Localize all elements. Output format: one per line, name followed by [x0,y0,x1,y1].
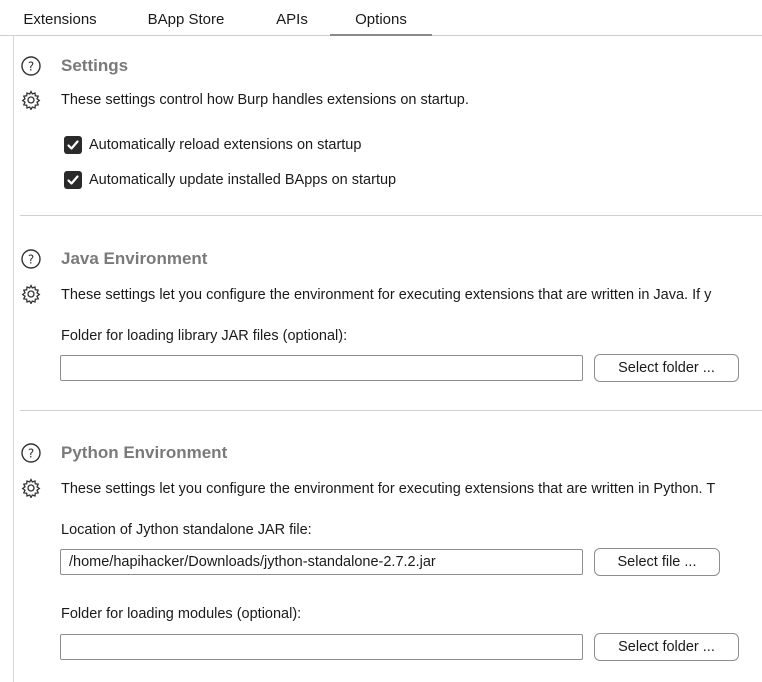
tab-extensions[interactable]: Extensions [14,0,106,35]
options-panel: Extensions BApp Store APIs Options ? Set… [0,0,762,682]
reload-extensions-checkbox-row[interactable]: Automatically reload extensions on start… [64,135,361,155]
python-environment-description: These settings let you configure the env… [61,481,716,497]
svg-text:?: ? [28,253,34,267]
python-modules-folder-label: Folder for loading modules (optional): [61,606,302,622]
python-select-folder-button[interactable]: Select folder ... [594,633,739,661]
java-library-folder-input[interactable] [60,355,583,381]
svg-text:?: ? [28,60,34,74]
java-library-folder-label: Folder for loading library JAR files (op… [61,328,348,344]
left-rule [13,35,14,682]
svg-text:?: ? [28,447,34,461]
checkmark-icon [67,140,79,150]
gear-icon [21,284,41,304]
jython-jar-label: Location of Jython standalone JAR file: [61,522,312,538]
tab-bapp-store[interactable]: BApp Store [136,0,236,35]
java-select-folder-button[interactable]: Select folder ... [594,354,739,382]
update-bapps-label: Automatically update installed BApps on … [89,172,397,188]
gear-icon [21,90,41,110]
tab-bar: Extensions BApp Store APIs Options [0,0,762,36]
help-icon[interactable]: ? [21,56,41,76]
settings-description: These settings control how Burp handles … [61,92,469,108]
section-divider [20,410,762,411]
python-select-file-button[interactable]: Select file ... [594,548,720,576]
gear-icon [21,478,41,498]
tab-options[interactable]: Options [330,0,432,36]
help-icon[interactable]: ? [21,443,41,463]
reload-extensions-label: Automatically reload extensions on start… [89,137,362,153]
section-divider [20,215,762,216]
settings-title: Settings [61,56,129,75]
python-environment-title: Python Environment [61,443,228,462]
python-modules-folder-input[interactable] [60,634,583,660]
checkmark-icon [67,175,79,185]
java-environment-description: These settings let you configure the env… [61,287,712,303]
help-icon[interactable]: ? [21,249,41,269]
update-bapps-checkbox[interactable] [64,171,82,189]
reload-extensions-checkbox[interactable] [64,136,82,154]
update-bapps-checkbox-row[interactable]: Automatically update installed BApps on … [64,170,396,190]
jython-jar-input[interactable] [60,549,583,575]
tab-apis[interactable]: APIs [262,0,322,35]
java-environment-title: Java Environment [61,249,208,268]
